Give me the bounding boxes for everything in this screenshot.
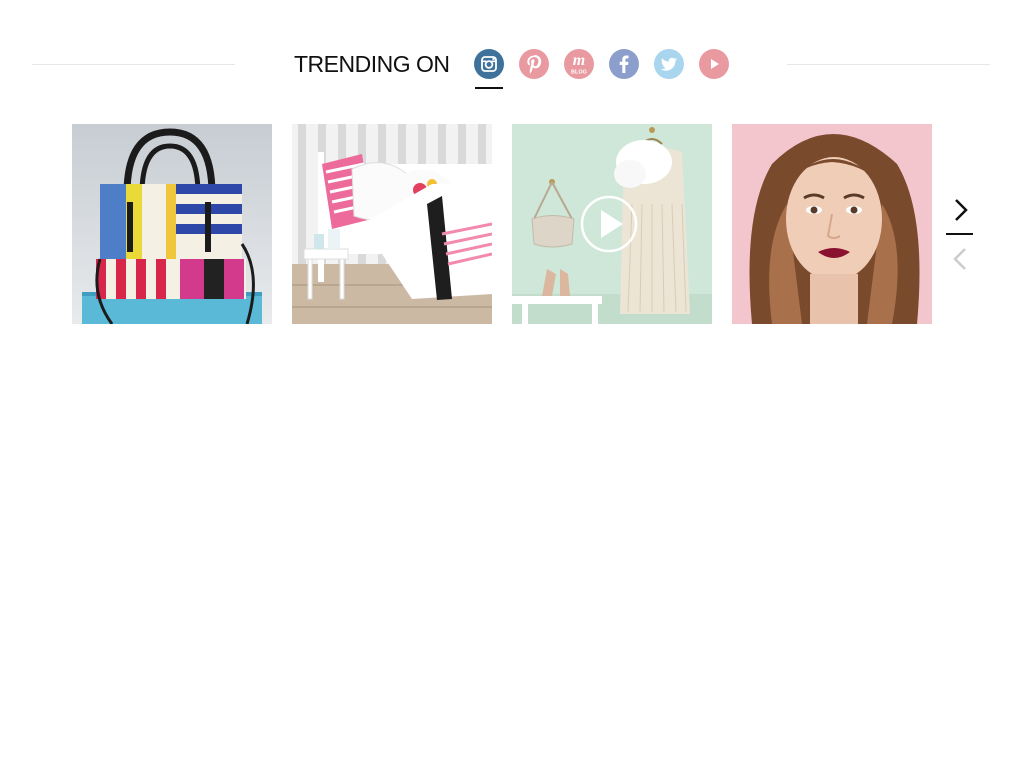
carousel-item-handbag[interactable]	[72, 124, 272, 324]
active-network-indicator	[475, 87, 503, 89]
carousel-item-dress-video[interactable]	[512, 124, 712, 324]
carousel-item-portrait[interactable]	[732, 124, 932, 324]
chevron-left-icon	[953, 248, 966, 270]
handbag-image	[72, 124, 272, 324]
facebook-icon	[609, 49, 639, 79]
svg-text:m: m	[573, 52, 585, 69]
pinterest-button[interactable]	[519, 49, 549, 79]
instagram-icon	[474, 49, 504, 79]
twitter-button[interactable]	[654, 49, 684, 79]
divider-right	[787, 64, 990, 65]
instagram-button[interactable]	[474, 49, 504, 89]
trending-section: TRENDING ON m BLOG	[0, 0, 1022, 776]
dress-image	[512, 124, 712, 324]
carousel-next-button[interactable]	[946, 196, 974, 226]
portrait-image	[732, 124, 932, 324]
chevron-right-icon	[955, 199, 968, 221]
blog-button[interactable]: m BLOG	[564, 49, 594, 79]
divider-left	[32, 64, 235, 65]
youtube-button[interactable]	[699, 49, 729, 79]
trending-title: TRENDING ON	[294, 51, 450, 77]
svg-text:BLOG: BLOG	[571, 70, 587, 76]
bedding-image	[292, 124, 492, 324]
carousel-previous-button[interactable]	[946, 245, 974, 275]
twitter-icon	[654, 49, 684, 79]
play-icon	[699, 49, 729, 79]
next-indicator	[946, 233, 973, 235]
pinterest-icon	[519, 49, 549, 79]
blog-icon: m BLOG	[564, 49, 594, 79]
facebook-button[interactable]	[609, 49, 639, 79]
carousel-item-bedding[interactable]	[292, 124, 492, 324]
